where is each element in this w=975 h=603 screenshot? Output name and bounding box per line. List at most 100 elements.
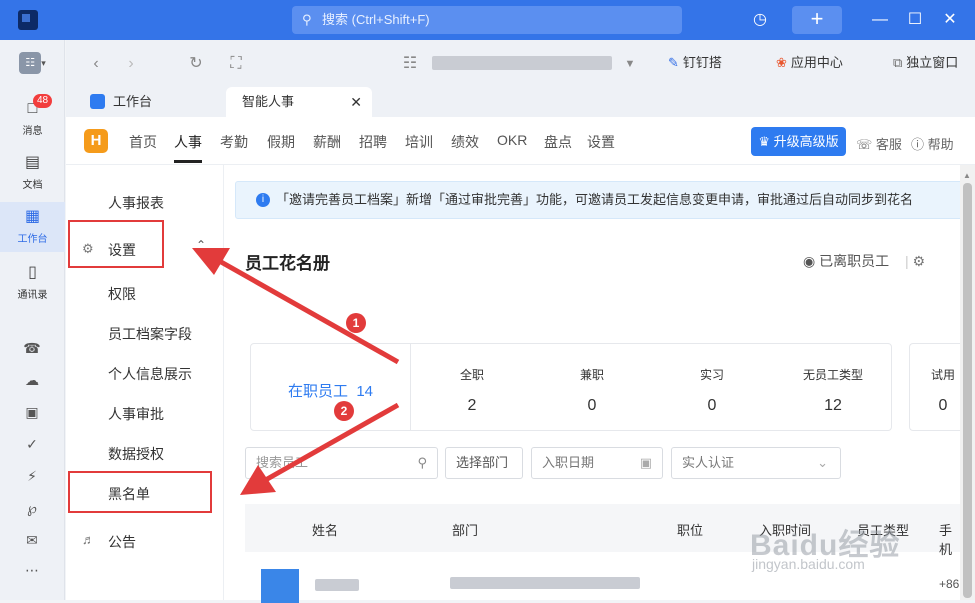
tab-smart-hr[interactable]: 智能人事 ✕	[226, 87, 372, 117]
highlight-box-blacklist	[68, 471, 212, 513]
menu-home[interactable]: 首页	[129, 132, 157, 152]
unread-badge: 48	[33, 94, 53, 108]
sidenav-notice[interactable]: 公告	[108, 532, 136, 552]
stat-value: 0	[707, 397, 717, 414]
sidenav-report[interactable]: 人事报表	[108, 193, 164, 213]
add-button[interactable]: +	[792, 6, 842, 34]
history-icon[interactable]: ◷	[750, 10, 770, 30]
avatar[interactable]: ☷ ▾	[0, 52, 65, 82]
menu-inventory[interactable]: 盘点	[544, 132, 572, 152]
dept-label: 选择部门	[456, 455, 509, 470]
stat-label: 全职	[459, 368, 484, 382]
active-menu-underline	[174, 160, 202, 163]
col-phone[interactable]: 手机	[939, 520, 960, 558]
col-position[interactable]: 职位	[677, 520, 703, 539]
close-tab-icon[interactable]: ✕	[350, 87, 362, 117]
app-logo	[18, 10, 38, 30]
refresh-icon[interactable]: ↻	[186, 54, 206, 74]
nav-docs[interactable]: ▤ 文档	[0, 152, 65, 198]
sidenav-hr-approval[interactable]: 人事审批	[108, 404, 164, 424]
back-icon[interactable]: ‹	[86, 54, 106, 74]
stat-value: 0	[587, 397, 597, 414]
upgrade-button[interactable]: ♛ 升级高级版	[751, 127, 846, 156]
link-label: 应用中心	[790, 55, 843, 70]
notice-text: 「邀请完善员工档案」新增「通过审批完善」功能，可邀请员工发起信息变更申请，审批通…	[276, 192, 914, 207]
tab-workbench[interactable]: 工作台	[90, 87, 210, 117]
stat-no-type[interactable]: 无员工类型 12	[798, 366, 868, 415]
speaker-icon: ♬	[82, 532, 95, 547]
workbench-tab-icon	[90, 94, 105, 109]
menu-attendance[interactable]: 考勤	[220, 132, 248, 152]
minimize-icon[interactable]: —	[870, 10, 890, 30]
menu-performance[interactable]: 绩效	[451, 132, 479, 152]
menu-hr[interactable]: 人事	[174, 132, 202, 152]
phone-cell: +86	[939, 577, 960, 591]
vertical-scrollbar[interactable]: ▲	[960, 165, 975, 600]
pin-icon[interactable]: ℘	[22, 498, 42, 518]
stat-fulltime[interactable]: 全职 2	[437, 366, 507, 415]
menu-recruit[interactable]: 招聘	[359, 132, 387, 152]
stat-label: 兼职	[579, 368, 604, 382]
org-icon: ☷	[402, 55, 418, 72]
mail-icon[interactable]: ✉	[22, 530, 42, 550]
verify-label: 实人认证	[682, 455, 735, 470]
stat-label: 实习	[699, 368, 724, 382]
link-label: 独立窗口	[906, 55, 959, 70]
nav-workbench[interactable]: ▦ 工作台	[0, 202, 65, 252]
feature-notice: i 「邀请完善员工档案」新增「通过审批完善」功能，可邀请员工发起信息变更申请，审…	[235, 181, 965, 219]
customer-service-link[interactable]: ☏ 客服	[856, 134, 902, 153]
title-bar: ⚲ 搜索 (Ctrl+Shift+F) ◷ + — ☐ ✕	[0, 0, 975, 40]
check-icon[interactable]: ✓	[22, 434, 42, 454]
org-name-blurred[interactable]	[432, 56, 612, 70]
headset-icon: ☏	[856, 137, 873, 152]
help-link[interactable]: ⓘ 帮助	[911, 134, 954, 153]
col-department[interactable]: 部门	[452, 520, 478, 539]
name-blurred	[315, 579, 359, 591]
stat-intern[interactable]: 实习 0	[677, 366, 747, 415]
more-icon[interactable]: ⋯	[22, 560, 42, 580]
nav-messages[interactable]: □ 48 消息	[0, 94, 65, 144]
department-select[interactable]: 选择部门	[445, 447, 523, 479]
global-search[interactable]: ⚲ 搜索 (Ctrl+Shift+F)	[292, 6, 682, 34]
app-center-link[interactable]: ❀ 应用中心	[776, 54, 843, 72]
menu-leave[interactable]: 假期	[267, 132, 295, 152]
scroll-up-icon[interactable]: ▲	[963, 171, 971, 180]
sidenav-data-auth[interactable]: 数据授权	[108, 444, 164, 464]
stat-value: 2	[467, 397, 477, 414]
settings-icon[interactable]: ⚙	[913, 253, 926, 269]
menu-salary[interactable]: 薪酬	[313, 132, 341, 152]
cloud-icon[interactable]: ☁	[22, 370, 42, 390]
lightning-icon[interactable]: ⚡	[22, 466, 42, 486]
forward-icon[interactable]: ›	[121, 54, 141, 74]
verification-select[interactable]: 实人认证 ⌄	[671, 447, 841, 479]
close-icon[interactable]: ✕	[940, 10, 960, 30]
sidenav-permissions[interactable]: 权限	[108, 284, 136, 304]
chevron-up-icon[interactable]: ⌃	[196, 238, 206, 252]
menu-okr[interactable]: OKR	[497, 132, 527, 148]
standalone-window-link[interactable]: ⧉ 独立窗口	[893, 54, 958, 72]
dingda-link[interactable]: ✎ 钉钉搭	[668, 54, 722, 72]
former-employees-link[interactable]: ◉ 已离职员工 | ⚙	[803, 251, 925, 271]
phone-icon[interactable]: ☎	[22, 338, 42, 358]
nav-contacts[interactable]: ▯ 通讯录	[0, 262, 65, 308]
fullscreen-icon[interactable]: ⛶	[226, 54, 246, 74]
sidenav-personal-info[interactable]: 个人信息展示	[108, 364, 192, 384]
col-name[interactable]: 姓名	[312, 520, 338, 539]
calendar-icon: ▣	[639, 455, 652, 470]
employee-search-input[interactable]: 搜索员工 ⚲	[245, 447, 438, 479]
calendar-icon[interactable]: ▣	[22, 402, 42, 422]
scroll-thumb[interactable]	[963, 183, 972, 598]
hire-date-picker[interactable]: 入职日期 ▣	[531, 447, 663, 479]
step-marker-1: 1	[346, 313, 366, 333]
chevron-down-icon[interactable]: ▼	[620, 54, 640, 74]
tab-label: 智能人事	[242, 94, 295, 109]
on-job-stat[interactable]: 在职员工 14	[251, 344, 411, 430]
maximize-icon[interactable]: ☐	[905, 10, 925, 30]
nav-label: 文档	[22, 180, 43, 191]
menu-settings[interactable]: 设置	[587, 132, 615, 152]
menu-training[interactable]: 培训	[405, 132, 433, 152]
stat-parttime[interactable]: 兼职 0	[557, 366, 627, 415]
sidenav-profile-fields[interactable]: 员工档案字段	[108, 324, 192, 344]
contacts-icon: ▯	[28, 264, 37, 281]
left-nav: ☷ ▾ □ 48 消息 ▤ 文档 ▦ 工作台 ▯ 通讯录 ☎ ☁ ▣ ✓ ⚡ ℘ …	[0, 40, 65, 600]
